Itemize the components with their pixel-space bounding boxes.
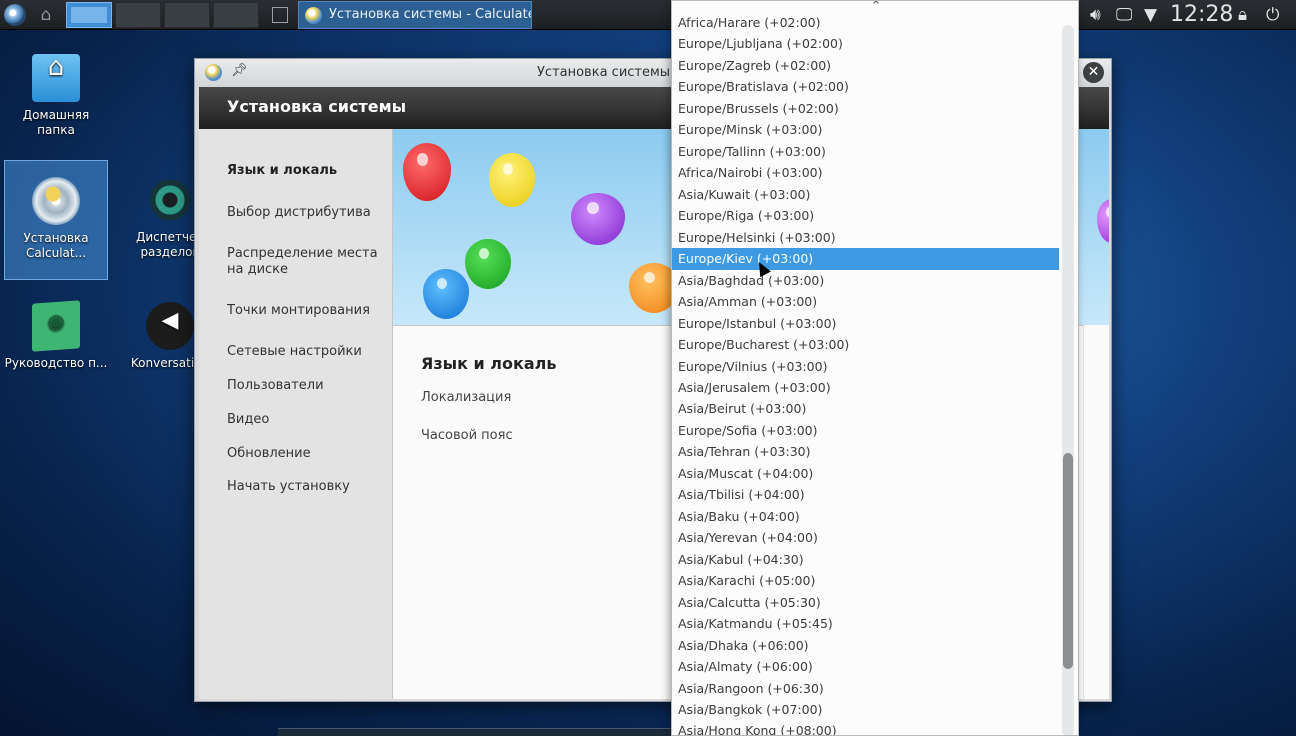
desktop-icon-manual[interactable]: Руководство п... <box>4 300 108 371</box>
balloon-red <box>403 143 451 201</box>
installer-sidebar: Язык и локаль Выбор дистрибутива Распред… <box>199 129 393 699</box>
taskbar-task-installer[interactable]: Установка системы - Calculate Co <box>298 1 532 29</box>
pin-icon[interactable]: 📌︎ <box>231 63 248 78</box>
timezone-option[interactable]: Asia/Dhaka (+06:00) <box>672 635 1059 656</box>
desktop-icon-home[interactable]: Домашняя папка <box>4 54 108 138</box>
timezone-label: Часовой пояс <box>421 428 513 443</box>
lock-icon[interactable]: 🔒︎ <box>1238 4 1247 26</box>
virtual-desktop-2[interactable] <box>115 2 161 28</box>
desktop-icon-label: Установка Calculat... <box>23 231 89 260</box>
timezone-option[interactable]: Asia/Karachi (+05:00) <box>672 570 1059 591</box>
app-menu-icon[interactable] <box>4 4 26 26</box>
balloon-green <box>465 239 511 289</box>
timezone-option[interactable]: Asia/Rangoon (+06:30) <box>672 678 1059 699</box>
konversation-icon <box>146 302 194 350</box>
timezone-option[interactable]: Europe/Vilnius (+03:00) <box>672 356 1059 377</box>
close-icon: ✕ <box>1087 64 1100 80</box>
virtual-desktop-4[interactable] <box>213 2 259 28</box>
timezone-option[interactable]: Europe/Bucharest (+03:00) <box>672 334 1059 355</box>
timezone-option[interactable]: Asia/Muscat (+04:00) <box>672 463 1059 484</box>
sidebar-item-users[interactable]: Пользователи <box>227 378 387 394</box>
timezone-option[interactable]: Asia/Calcutta (+05:30) <box>672 592 1059 613</box>
sidebar-item-language[interactable]: Язык и локаль <box>227 163 387 179</box>
tray-expand-icon[interactable]: ▼ <box>1144 4 1157 26</box>
home-icon[interactable]: ⌂ <box>36 6 56 24</box>
clock[interactable]: 12:28 <box>1170 2 1233 28</box>
close-button[interactable]: ✕ <box>1083 62 1104 83</box>
dropdown-scrollbar[interactable] <box>1062 25 1074 735</box>
timezone-option[interactable]: Africa/Harare (+02:00) <box>672 12 1059 33</box>
window-title: Установка системы - С <box>537 65 693 80</box>
desktop-icon-label: Домашняя папка <box>22 108 90 137</box>
partition-manager-icon <box>146 176 194 224</box>
timezone-option[interactable]: Europe/Istanbul (+03:00) <box>672 313 1059 334</box>
virtual-desktop-1[interactable] <box>66 2 112 28</box>
timezone-option[interactable]: Asia/Amman (+03:00) <box>672 291 1059 312</box>
sidebar-item-disk-allocation[interactable]: Распределение места на диске <box>227 246 387 278</box>
balloon-purple <box>571 193 625 245</box>
timezone-option[interactable]: Asia/Kabul (+04:30) <box>672 549 1059 570</box>
taskbar: ⌂ Установка системы - Calculate Co 🔊︎ 🖵︎… <box>0 0 1296 30</box>
volume-icon[interactable]: 🔊︎ <box>1090 4 1101 26</box>
desktop-icon-installer[interactable]: Установка Calculat... <box>4 160 108 280</box>
task-title: Установка системы - Calculate Co <box>329 7 532 22</box>
desktop-icon-label: Руководство п... <box>4 356 108 370</box>
network-icon[interactable]: 🖵︎ <box>1116 4 1132 26</box>
localization-label: Локализация <box>421 390 512 405</box>
system-tray: 🔊︎ 🖵︎ ▼ 12:28 🔒︎ ⏻ <box>1066 0 1296 30</box>
home-folder-icon <box>32 54 80 102</box>
balloon-violet <box>1097 199 1109 243</box>
timezone-option[interactable]: Asia/Tbilisi (+04:00) <box>672 484 1059 505</box>
window-app-icon <box>205 64 222 81</box>
timezone-option[interactable]: Asia/Almaty (+06:00) <box>672 656 1059 677</box>
sidebar-item-mount-points[interactable]: Точки монтирования <box>227 303 387 319</box>
content-edge <box>1083 325 1109 699</box>
bottom-dock <box>278 728 678 736</box>
timezone-option[interactable]: Africa/Nairobi (+03:00) <box>672 162 1059 183</box>
timezone-option[interactable]: Europe/Bratislava (+02:00) <box>672 76 1059 97</box>
timezone-option[interactable]: Asia/Baghdad (+03:00) <box>672 270 1059 291</box>
timezone-option[interactable]: Europe/Brussels (+02:00) <box>672 98 1059 119</box>
timezone-option[interactable]: Europe/Minsk (+03:00) <box>672 119 1059 140</box>
timezone-option[interactable]: Asia/Hong Kong (+08:00) <box>672 720 1059 735</box>
timezone-list: Africa/Harare (+02:00) Europe/Ljubljana (… <box>672 12 1060 735</box>
timezone-option[interactable]: Asia/Bangkok (+07:00) <box>672 699 1059 720</box>
balloon-blue <box>423 269 469 319</box>
installer-heading: Установка системы <box>227 97 407 116</box>
power-icon[interactable]: ⏻ <box>1266 4 1279 26</box>
virtual-desktop-3[interactable] <box>164 2 210 28</box>
timezone-option[interactable]: Europe/Riga (+03:00) <box>672 205 1059 226</box>
timezone-option[interactable]: Europe/Zagreb (+02:00) <box>672 55 1059 76</box>
timezone-option[interactable]: Europe/Helsinki (+03:00) <box>672 227 1059 248</box>
balloon-yellow <box>489 153 535 207</box>
timezone-option-selected[interactable]: Europe/Kiev (+03:00) <box>672 248 1059 270</box>
timezone-option[interactable]: Asia/Jerusalem (+03:00) <box>672 377 1059 398</box>
timezone-option[interactable]: Asia/Kuwait (+03:00) <box>672 184 1059 205</box>
timezone-dropdown[interactable]: ⌃ Africa/Harare (+02:00) Europe/Ljubljana… <box>671 0 1079 736</box>
section-title: Язык и локаль <box>421 354 557 373</box>
sidebar-item-start-install[interactable]: Начать установку <box>227 479 387 495</box>
timezone-option[interactable]: Asia/Baku (+04:00) <box>672 506 1059 527</box>
manual-book-icon <box>32 300 80 352</box>
sidebar-item-video[interactable]: Видео <box>227 412 387 428</box>
show-desktop-icon[interactable] <box>272 7 288 23</box>
timezone-option[interactable]: Asia/Beirut (+03:00) <box>672 398 1059 419</box>
sidebar-item-network[interactable]: Сетевые настройки <box>227 344 387 360</box>
sidebar-item-distribution[interactable]: Выбор дистрибутива <box>227 205 387 221</box>
installer-disc-icon <box>32 177 80 225</box>
timezone-option[interactable]: Europe/Tallinn (+03:00) <box>672 141 1059 162</box>
timezone-option[interactable]: Europe/Ljubljana (+02:00) <box>672 33 1059 54</box>
timezone-option[interactable]: Asia/Yerevan (+04:00) <box>672 527 1059 548</box>
timezone-option[interactable]: Asia/Katmandu (+05:45) <box>672 613 1059 634</box>
timezone-option[interactable]: Europe/Sofia (+03:00) <box>672 420 1059 441</box>
timezone-option[interactable]: Asia/Tehran (+03:30) <box>672 441 1059 462</box>
scrollbar-thumb[interactable] <box>1063 453 1073 669</box>
sidebar-item-update[interactable]: Обновление <box>227 446 387 462</box>
calculate-logo-icon <box>305 7 322 24</box>
